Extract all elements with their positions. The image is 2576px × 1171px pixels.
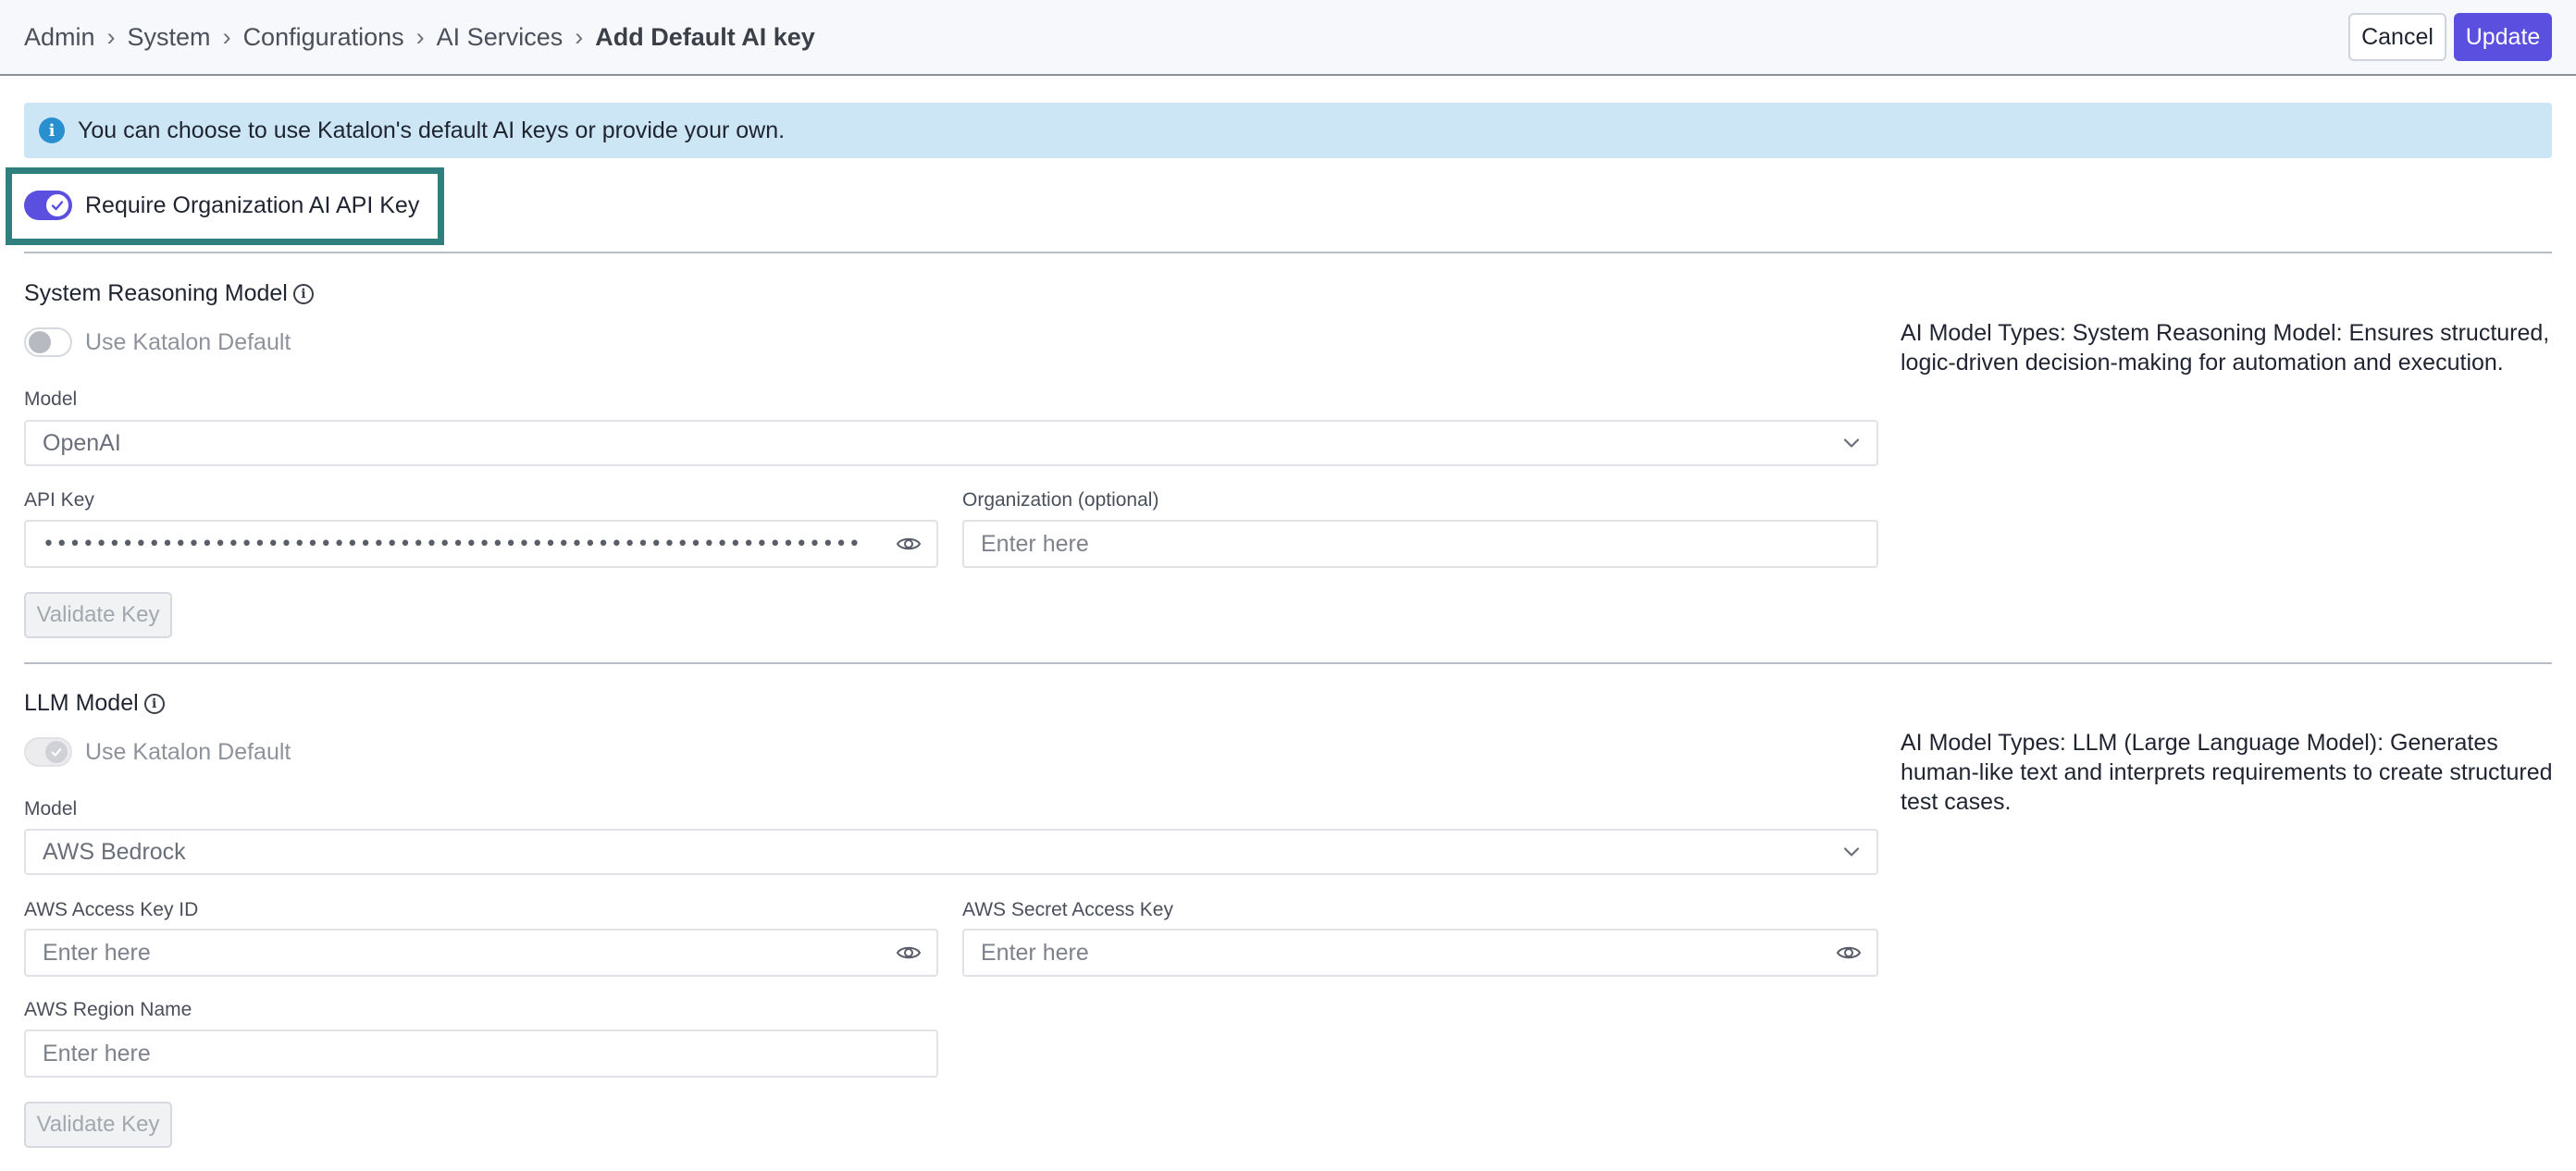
update-button[interactable]: Update xyxy=(2454,13,2552,61)
llm-model-select[interactable]: AWS Bedrock xyxy=(24,829,1878,875)
breadcrumb-ai-services[interactable]: AI Services xyxy=(437,23,564,52)
check-icon xyxy=(46,194,68,216)
info-banner-text: You can choose to use Katalon's default … xyxy=(78,117,786,143)
info-icon[interactable]: i xyxy=(143,693,165,714)
require-org-key-label: Require Organization AI API Key xyxy=(85,191,420,218)
eye-icon[interactable] xyxy=(1836,942,1862,964)
system-reasoning-description: AI Model Types: System Reasoning Model: … xyxy=(1901,320,2550,376)
breadcrumb-configurations[interactable]: Configurations xyxy=(243,23,404,52)
system-reasoning-default-toggle[interactable] xyxy=(24,327,72,357)
eye-icon[interactable] xyxy=(896,942,922,964)
system-reasoning-default-row: Use Katalon Default xyxy=(24,327,291,357)
check-icon xyxy=(45,741,68,763)
organization-placeholder: Enter here xyxy=(981,530,1089,557)
breadcrumb-separator: › xyxy=(575,22,584,51)
section-divider xyxy=(24,252,2552,253)
require-org-key-toggle[interactable] xyxy=(24,191,72,220)
llm-title: LLM Model xyxy=(24,690,139,716)
info-icon[interactable]: i xyxy=(292,283,314,304)
breadcrumb-separator: › xyxy=(222,22,231,51)
chevron-down-icon xyxy=(1843,847,1860,857)
breadcrumb-separator: › xyxy=(415,22,425,51)
eye-icon[interactable] xyxy=(896,533,922,555)
llm-default-label: Use Katalon Default xyxy=(85,738,291,765)
system-reasoning-default-label: Use Katalon Default xyxy=(85,328,291,355)
require-org-key-row: Require Organization AI API Key xyxy=(24,190,419,221)
breadcrumb-separator: › xyxy=(106,22,116,51)
llm-section-title: LLM Model i xyxy=(24,690,165,717)
aws-access-key-label: AWS Access Key ID xyxy=(24,899,199,920)
aws-access-key-input[interactable]: Enter here xyxy=(24,929,938,977)
organization-label: Organization (optional) xyxy=(962,489,1159,511)
api-key-label: API Key xyxy=(24,489,94,511)
system-reasoning-section-title: System Reasoning Model i xyxy=(24,280,314,307)
toggle-knob xyxy=(29,331,51,353)
aws-region-label: AWS Region Name xyxy=(24,999,192,1020)
organization-input[interactable]: Enter here xyxy=(962,520,1878,568)
aws-secret-key-input[interactable]: Enter here xyxy=(962,929,1878,977)
llm-model-label: Model xyxy=(24,798,78,820)
breadcrumb-system[interactable]: System xyxy=(128,23,211,52)
aws-access-key-placeholder: Enter here xyxy=(43,939,151,966)
system-reasoning-model-select[interactable]: OpenAI xyxy=(24,420,1878,466)
system-reasoning-title: System Reasoning Model xyxy=(24,280,288,306)
cancel-button[interactable]: Cancel xyxy=(2348,13,2446,61)
aws-region-placeholder: Enter here xyxy=(43,1040,151,1066)
info-banner: i You can choose to use Katalon's defaul… xyxy=(24,103,2552,158)
breadcrumb-admin[interactable]: Admin xyxy=(24,23,95,52)
llm-default-toggle[interactable] xyxy=(24,737,72,767)
info-icon: i xyxy=(39,117,65,143)
llm-description: AI Model Types: LLM (Large Language Mode… xyxy=(1901,730,2553,815)
aws-secret-key-placeholder: Enter here xyxy=(981,939,1089,966)
page-header: Admin › System › Configurations › AI Ser… xyxy=(0,0,2576,76)
section-divider xyxy=(24,662,2552,664)
api-key-masked-value: ••••••••••••••••••••••••••••••••••••••••… xyxy=(43,532,862,556)
page-title: Add Default AI key xyxy=(595,22,815,51)
system-reasoning-validate-button[interactable]: Validate Key xyxy=(24,592,172,638)
aws-region-input[interactable]: Enter here xyxy=(24,1029,938,1078)
llm-model-value: AWS Bedrock xyxy=(43,838,186,865)
system-reasoning-model-value: OpenAI xyxy=(43,429,121,456)
aws-secret-key-label: AWS Secret Access Key xyxy=(962,899,1173,920)
llm-validate-button[interactable]: Validate Key xyxy=(24,1102,172,1148)
llm-default-row: Use Katalon Default xyxy=(24,737,291,767)
api-key-input[interactable]: ••••••••••••••••••••••••••••••••••••••••… xyxy=(24,520,938,568)
system-reasoning-model-label: Model xyxy=(24,388,78,410)
chevron-down-icon xyxy=(1843,438,1860,448)
breadcrumb: Admin › System › Configurations › AI Ser… xyxy=(24,0,815,74)
